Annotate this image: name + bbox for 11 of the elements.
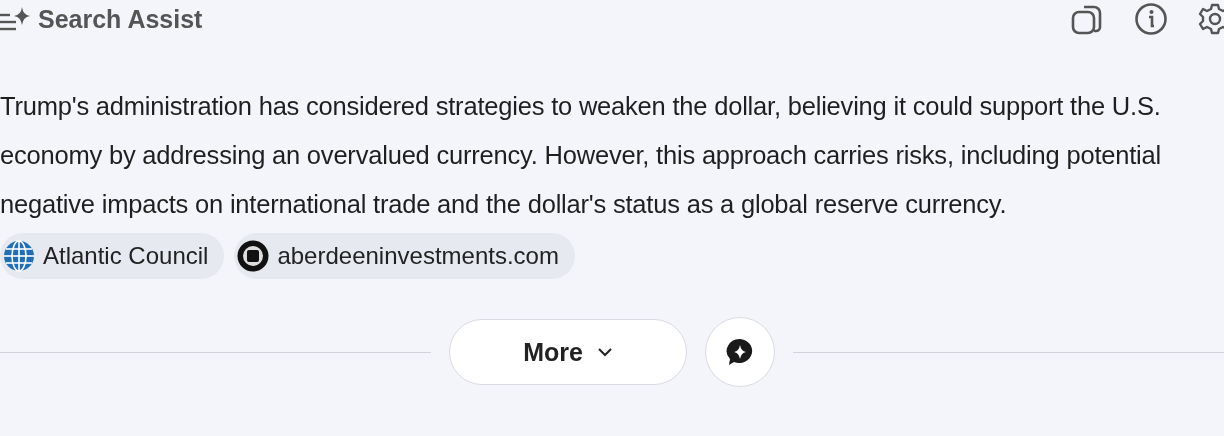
source-chip[interactable]: Atlantic Council <box>0 233 225 279</box>
panel-title: Search Assist <box>38 4 203 34</box>
chat-sparkle-icon <box>725 337 755 367</box>
logo-icon <box>237 240 270 272</box>
chevron-down-icon <box>596 347 613 357</box>
globe-icon <box>3 240 35 272</box>
answer-paragraph: Trump's administration has considered strategies to weaken the dollar, believing it could support the U.S. economy by addressing an overvalued currency. However, this approach carries risks, including potential negative impacts on international trade and the dollar's status as a global reserve currency. <box>0 91 1163 220</box>
source-chip[interactable]: aberdeeninvestments.com <box>234 233 575 279</box>
settings-icon[interactable] <box>1198 2 1224 36</box>
info-icon[interactable] <box>1134 2 1168 36</box>
more-button[interactable]: More <box>449 319 687 385</box>
